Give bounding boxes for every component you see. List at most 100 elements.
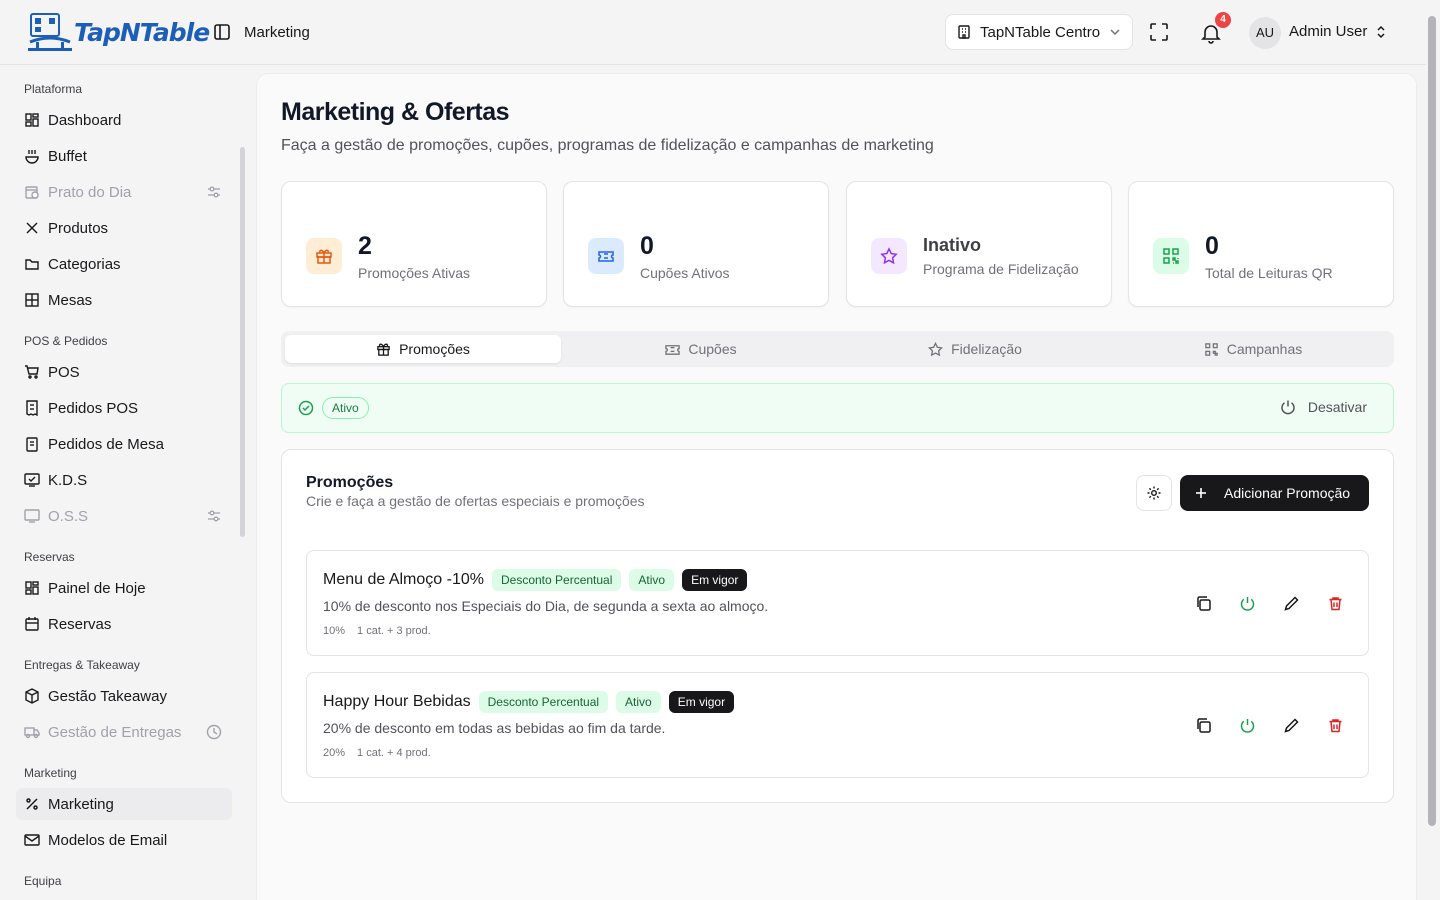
sidebar-item-kds[interactable]: K.D.S (16, 464, 232, 496)
sidebar-item-reservas[interactable]: Reservas (16, 608, 232, 640)
sidebar-item-takeaway[interactable]: Gestão Takeaway (16, 680, 232, 712)
sidebar-item-label: Gestão Takeaway (48, 687, 167, 705)
sidebar-item-painel-hoje[interactable]: Painel de Hoje (16, 572, 232, 604)
sidebar-item-dashboard[interactable]: Dashboard (16, 104, 232, 136)
ticket-icon (665, 344, 681, 355)
sidebar-item-produtos[interactable]: Produtos (16, 212, 232, 244)
sidebar-item-label: Categorias (48, 255, 121, 273)
sidebar-item-mesas[interactable]: Mesas (16, 284, 232, 316)
store-selector[interactable]: TapNTable Centro (945, 14, 1133, 50)
cart-icon (25, 365, 39, 379)
store-name: TapNTable Centro (980, 23, 1101, 41)
sidebar-group-entregas: Entregas & Takeaway (24, 658, 140, 672)
power-icon (1281, 400, 1295, 415)
sidebar-item-entregas[interactable]: Gestão de Entregas (16, 716, 232, 748)
sidebar-item-buffet[interactable]: Buffet (16, 140, 232, 172)
trash-icon[interactable] (1327, 595, 1344, 612)
copy-icon[interactable] (1195, 717, 1212, 734)
percent-icon (26, 798, 38, 810)
stat-card-qr: 0 Total de Leituras QR (1128, 181, 1394, 307)
sidebar-item-prato-do-dia[interactable]: Prato do Dia (16, 176, 232, 208)
sidebar-scrollbar[interactable] (240, 147, 245, 537)
validity-badge: Em vigor (668, 691, 735, 713)
dashboard-icon (25, 113, 39, 127)
stat-value: 0 (1205, 232, 1219, 260)
stat-value: Inativo (923, 235, 982, 255)
user-name[interactable]: Admin User (1289, 23, 1367, 40)
top-bar: TapNTable Marketing TapNTable Centro 4 A… (0, 0, 1426, 65)
plus-icon (1196, 488, 1206, 498)
add-promotion-button[interactable]: Adicionar Promoção (1180, 475, 1369, 511)
chevrons-up-down-icon[interactable] (1374, 24, 1388, 40)
power-icon[interactable] (1239, 717, 1256, 734)
fullscreen-icon[interactable] (1149, 22, 1169, 42)
tab-campanhas[interactable]: Campanhas (1115, 335, 1391, 363)
sidebar-item-marketing[interactable]: Marketing (16, 788, 232, 820)
tab-label: Promoções (399, 341, 470, 357)
promotions-title: Promoções (306, 474, 394, 491)
tab-label: Fidelização (951, 341, 1022, 357)
promotion-item[interactable]: Menu de Almoço -10% Desconto Percentual … (306, 550, 1369, 656)
sidebar-item-pedidos-pos[interactable]: Pedidos POS (16, 392, 232, 424)
tab-cupoes[interactable]: Cupões (563, 335, 839, 363)
sidebar-item-label: Produtos (48, 219, 109, 237)
settings-button[interactable] (1136, 475, 1172, 511)
sidebar-item-email[interactable]: Modelos de Email (16, 824, 232, 856)
gift-icon (306, 238, 342, 274)
tab-promocoes[interactable]: Promoções (285, 335, 561, 363)
promotion-item[interactable]: Happy Hour Bebidas Desconto Percentual A… (306, 672, 1369, 778)
sidebar-item-label: O.S.S (48, 507, 89, 525)
monitor-icon (24, 509, 40, 523)
promotions-subtitle: Crie e faça a gestão de ofertas especiai… (306, 493, 645, 509)
sidebar-item-pos[interactable]: POS (16, 356, 232, 388)
notification-badge: 4 (1215, 12, 1231, 28)
copy-icon[interactable] (1195, 595, 1212, 612)
promotion-discount: 20% (323, 747, 346, 759)
sidebar-toggle-icon[interactable] (213, 23, 231, 41)
sidebar-group-plataforma: Plataforma (24, 82, 83, 96)
tab-fidelizacao[interactable]: Fidelização (837, 335, 1113, 363)
status-badge: Ativo (629, 569, 675, 591)
promotion-scope: 1 cat. + 3 prod. (357, 625, 431, 637)
sidebar-item-label: POS (48, 363, 80, 381)
sliders-icon (208, 186, 220, 198)
logo-text: TapNTable (74, 17, 210, 47)
page-scrollbar[interactable] (1428, 16, 1436, 826)
sidebar-item-categorias[interactable]: Categorias (16, 248, 232, 280)
gift-icon (377, 343, 390, 356)
promotion-name: Happy Hour Bebidas (323, 693, 471, 710)
breadcrumb: Marketing (244, 24, 310, 41)
monitor-check-icon (24, 473, 40, 487)
pencil-icon[interactable] (1283, 717, 1300, 734)
utensils-crossed-icon (26, 222, 38, 234)
deactivate-label: Desativar (1307, 399, 1367, 415)
sidebar-item-pedidos-mesa[interactable]: Pedidos de Mesa (16, 428, 232, 460)
sidebar: Plataforma Dashboard Buffet Prato do Dia… (0, 65, 248, 900)
logo[interactable]: TapNTable (28, 12, 210, 52)
sidebar-item-label: Prato do Dia (48, 183, 132, 201)
promotion-name: Menu de Almoço -10% (323, 571, 484, 588)
star-icon (928, 341, 944, 356)
power-icon[interactable] (1239, 595, 1256, 612)
avatar[interactable]: AU (1249, 17, 1281, 49)
trash-icon[interactable] (1327, 717, 1344, 734)
qr-icon (1153, 238, 1189, 274)
main-panel: Marketing & Ofertas Faça a gestão de pro… (256, 73, 1417, 900)
stat-card-fidelizacao: Inativo Programa de Fidelização (846, 181, 1112, 307)
sliders-icon (208, 510, 220, 522)
sidebar-item-label: Mesas (48, 291, 93, 309)
sidebar-group-pos: POS & Pedidos (24, 334, 108, 348)
stat-card-cupoes: 0 Cupões Ativos (563, 181, 829, 307)
status-badge: Ativo (322, 397, 369, 419)
sidebar-group-reservas: Reservas (24, 550, 75, 564)
pencil-icon[interactable] (1283, 595, 1300, 612)
deactivate-button[interactable]: Desativar (1280, 399, 1367, 415)
sidebar-item-oss[interactable]: O.S.S (16, 500, 232, 532)
sidebar-item-label: Modelos de Email (48, 831, 168, 849)
stat-card-promocoes: 2 Promoções Ativas (281, 181, 547, 307)
tabs: Promoções Cupões Fidelização Campanhas (281, 331, 1394, 367)
stat-label: Cupões Ativos (640, 265, 730, 281)
clipboard-icon (26, 437, 38, 452)
tab-label: Cupões (688, 341, 737, 357)
promotion-description: 10% de desconto nos Especiais do Dia, de… (323, 598, 769, 614)
